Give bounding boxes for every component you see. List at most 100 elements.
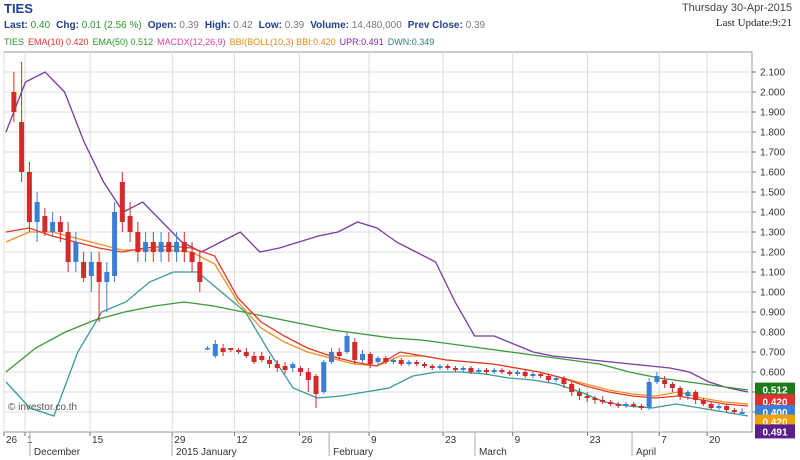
candle-body	[96, 262, 102, 282]
candle-body	[483, 370, 489, 372]
candle-body	[181, 242, 187, 252]
candle-body	[267, 360, 273, 364]
y-tick-label: 0.600	[760, 368, 785, 379]
candle-body	[553, 378, 559, 380]
candle-body	[344, 336, 350, 352]
candle-body	[313, 376, 319, 394]
x-tick-label: 23	[589, 435, 601, 446]
x-month-label: 2015 January	[176, 447, 237, 458]
candle-body	[600, 400, 606, 402]
candle-body	[592, 398, 598, 400]
candle-body	[414, 362, 420, 364]
candle-body	[491, 370, 497, 372]
x-tick-label: 29	[174, 435, 186, 446]
candle-body	[50, 222, 56, 232]
candle-body	[739, 412, 745, 414]
candle-body	[57, 222, 63, 232]
candle-body	[429, 366, 435, 368]
candle-body	[135, 232, 141, 252]
candle-body	[685, 392, 691, 396]
candle-body	[212, 344, 218, 356]
candle-body	[584, 396, 590, 398]
candle-body	[507, 372, 513, 374]
candle-body	[460, 368, 466, 370]
candle-body	[189, 252, 195, 262]
x-month-label: April	[636, 447, 656, 458]
candle-body	[150, 242, 156, 252]
candle-body	[375, 358, 381, 362]
candle-body	[305, 372, 311, 380]
candle-body	[421, 364, 427, 366]
candle-body	[220, 348, 226, 352]
watermark: © investor.co.th	[8, 402, 77, 413]
candle-body	[654, 376, 660, 382]
candle-body	[290, 364, 296, 368]
candle-body	[468, 368, 474, 372]
candle-body	[724, 406, 730, 410]
candle-body	[607, 402, 613, 404]
candle-body	[336, 352, 342, 356]
y-tick-label: 1.800	[760, 128, 785, 139]
last-value-label: 0.491	[762, 427, 787, 438]
candle-body	[669, 384, 675, 388]
candle-body	[251, 356, 257, 362]
candle-body	[631, 404, 637, 406]
candle-body	[638, 406, 644, 408]
candle-body	[274, 364, 280, 368]
candle-body	[228, 348, 234, 350]
candle-body	[119, 182, 125, 222]
y-tick-label: 1.900	[760, 108, 785, 119]
candle-body	[445, 366, 451, 368]
candle-body	[104, 272, 110, 282]
x-tick-label: 7	[661, 435, 667, 446]
candle-body	[166, 242, 172, 252]
candle-body	[452, 368, 458, 370]
candle-body	[205, 348, 211, 350]
candle-body	[259, 356, 265, 360]
candle-body	[197, 262, 203, 282]
candle-body	[716, 406, 722, 408]
candle-body	[143, 242, 149, 252]
candle-body	[646, 382, 652, 408]
candle-body	[243, 352, 249, 356]
x-month-label: February	[333, 447, 373, 458]
candle-body	[367, 354, 373, 364]
candle-body	[530, 374, 536, 376]
candle-body	[329, 352, 335, 362]
candle-body	[352, 342, 358, 360]
candle-body	[545, 376, 551, 380]
x-tick-label: 9	[515, 435, 521, 446]
candle-body	[282, 366, 288, 370]
candle-body	[538, 374, 544, 376]
candle-body	[693, 392, 699, 400]
x-month-label: December	[34, 447, 81, 458]
x-tick-label: 26	[301, 435, 313, 446]
candle-body	[677, 388, 683, 396]
y-tick-label: 1.500	[760, 188, 785, 199]
candle-body	[569, 384, 575, 392]
y-tick-label: 1.000	[760, 288, 785, 299]
y-tick-label: 0.800	[760, 328, 785, 339]
price-chart: 0.4000.5000.6000.7000.8000.9001.0001.100…	[3, 51, 795, 458]
candle-body	[522, 372, 528, 376]
y-tick-label: 1.600	[760, 168, 785, 179]
x-tick-label: 9	[371, 435, 377, 446]
candle-body	[437, 366, 443, 368]
candle-body	[708, 404, 714, 408]
candle-body	[561, 378, 567, 384]
x-tick-label: 12	[236, 435, 248, 446]
candle-body	[398, 360, 404, 364]
x-tick-label: 23	[445, 435, 457, 446]
candle-body	[174, 242, 180, 252]
candle-body	[42, 216, 48, 232]
candle-body	[127, 216, 133, 232]
candle-body	[360, 354, 366, 360]
y-tick-label: 1.700	[760, 148, 785, 159]
candle-body	[615, 404, 621, 406]
y-tick-label: 1.100	[760, 268, 785, 279]
candle-body	[88, 262, 94, 276]
candle-body	[623, 404, 629, 406]
candle-body	[576, 392, 582, 396]
candle-body	[321, 362, 327, 392]
candle-body	[298, 368, 304, 372]
